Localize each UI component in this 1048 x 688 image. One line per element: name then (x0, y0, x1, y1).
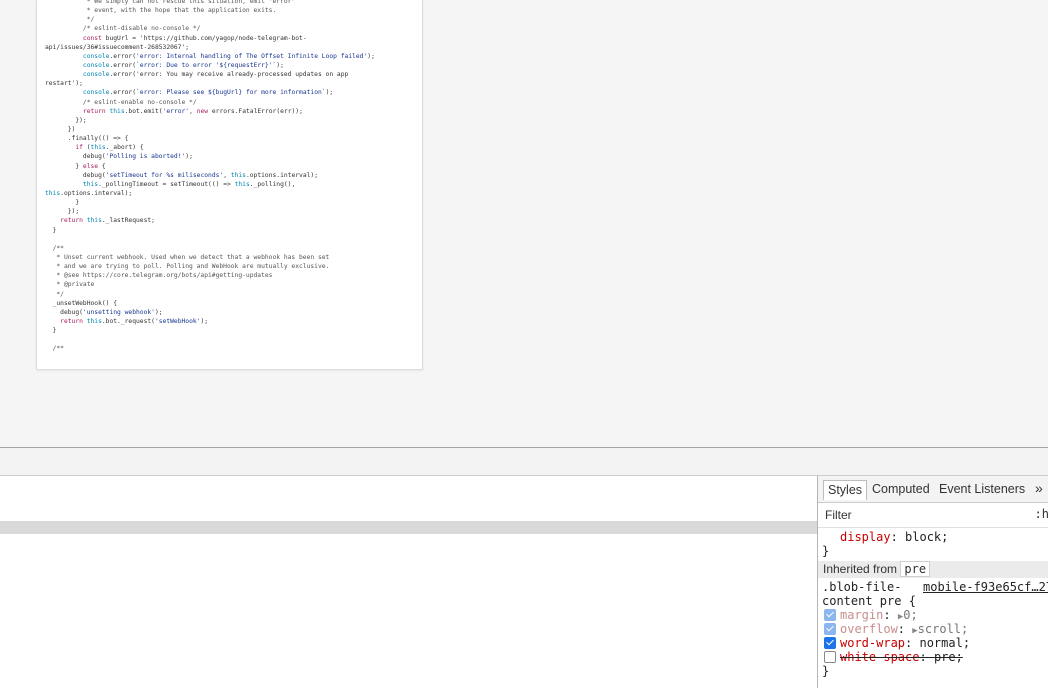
rule-close-brace: } (822, 544, 830, 558)
tab-computed[interactable]: Computed (868, 480, 934, 498)
code-line: /* eslint-disable no-console */ (45, 25, 201, 33)
property-value[interactable]: 0; (903, 608, 917, 622)
code-line: return this.bot._request('setWebHook'); (60, 317, 209, 325)
stylesheet-source-link[interactable]: mobile-f93e65cf…27 (923, 580, 1048, 594)
code-line: */ (45, 290, 64, 298)
code-line: console.error('error: You may receive al… (82, 71, 349, 79)
code-line: * @see https://core.telegram.org/bots/ap… (45, 272, 273, 280)
elements-pane[interactable] (0, 476, 817, 688)
code-line: }) (45, 125, 76, 133)
code-line: */ (45, 16, 95, 24)
sidebar-tabs: Styles Computed Event Listeners » (818, 476, 1048, 503)
property-checkbox[interactable] (824, 651, 836, 663)
styles-sidebar: Styles Computed Event Listeners » :h dis… (817, 476, 1048, 688)
code-line: * Unset current webhook. Used when we de… (45, 253, 330, 261)
inherited-from-header: Inherited from pre (818, 561, 1048, 578)
devtools-panel: Styles Computed Event Listeners » :h dis… (0, 447, 1048, 688)
code-line: const bugUrl = 'https://github.com/yagop… (82, 34, 307, 42)
code-line: return this.bot.emit('error', new errors… (82, 107, 303, 115)
code-line: } (45, 226, 57, 234)
code-line: /** (45, 345, 64, 353)
code-line: /** (45, 244, 64, 252)
style-property-row: margin: ▶0; (818, 608, 1048, 622)
property-value[interactable]: normal; (919, 636, 970, 650)
horizontal-scrollbar[interactable] (0, 521, 817, 534)
property-value[interactable]: block; (905, 530, 948, 544)
code-line: debug('Polling is aborted!'); (45, 153, 193, 161)
code-line: this.options.interval); (45, 189, 133, 197)
rule-selector-cont: content pre { (822, 594, 916, 608)
filter-row: :h (818, 503, 1048, 528)
style-rule-2: .blob-file- mobile-f93e65cf…27 content p… (818, 578, 1048, 678)
property-name[interactable]: word-wrap (840, 636, 905, 650)
code-line: debug('setTimeout for %s miliseconds', t… (45, 171, 318, 179)
code-line: restart'); (45, 80, 83, 88)
code-line: } (45, 199, 80, 207)
style-rule-1: display: block; } (818, 528, 1048, 558)
code-line: } (45, 327, 57, 335)
more-tabs-chevron-icon[interactable]: » (1031, 478, 1047, 498)
code-line: * @private (45, 281, 95, 289)
code-lines: * We simply can not rescue this situatio… (45, 0, 375, 353)
code-line: }); (45, 116, 87, 124)
property-name[interactable]: overflow (840, 622, 898, 636)
code-line: api/issues/36#issuecomment-268532067'; (45, 43, 190, 51)
code-line: return this._lastRequest; (60, 217, 155, 225)
code-blob: * We simply can not rescue this situatio… (36, 0, 423, 370)
code-line: if (this._abort) { (75, 144, 144, 152)
rule-selector[interactable]: .blob-file- (822, 580, 901, 594)
code-line: console.error(`error: Please see ${bugUr… (82, 89, 334, 97)
hover-state-toggle[interactable]: :h (1035, 507, 1048, 521)
code-line: debug('unsetting webhook'); (45, 308, 163, 316)
style-property-row: overflow: ▶scroll; (818, 622, 1048, 636)
style-property-row: word-wrap: normal; (818, 636, 1048, 650)
property-checkbox[interactable] (824, 637, 836, 649)
code-line: _unsetWebHook() { (45, 299, 118, 307)
property-checkbox[interactable] (824, 623, 836, 635)
code-line: /* eslint-enable no-console */ (45, 98, 197, 106)
code-line: console.error('error: Internal handling … (82, 52, 375, 60)
code-line: * event, with the hope that the applicat… (45, 7, 277, 15)
code-line: * and we are trying to poll. Polling and… (45, 263, 330, 271)
property-name[interactable]: white-space (840, 650, 919, 664)
rule-close-brace: } (822, 664, 830, 678)
inherited-label: Inherited from (823, 562, 898, 576)
code-line: .finally(() => { (45, 135, 129, 143)
styles-filter-input[interactable] (823, 507, 1027, 523)
rule-properties: margin: ▶0; overflow: ▶scroll; word-wrap: … (818, 608, 1048, 664)
property-name[interactable]: margin (840, 608, 883, 622)
code-line: this._pollingTimeout = setTimeout(() => … (82, 180, 296, 188)
property-checkbox[interactable] (824, 609, 836, 621)
tab-styles[interactable]: Styles (823, 480, 868, 500)
code-line: } else { (45, 162, 106, 170)
property-value[interactable]: pre; (934, 650, 963, 664)
style-property-row: white-space: pre; (818, 650, 1048, 664)
page-viewport: * We simply can not rescue this situatio… (0, 0, 1048, 447)
tab-event-listeners[interactable]: Event Listeners (935, 480, 1029, 498)
property-value[interactable]: scroll; (918, 622, 969, 636)
code-line: console.error(`error: Due to error '${re… (82, 61, 284, 69)
devtools-toolbar (0, 448, 1048, 476)
code-line: }); (45, 208, 80, 216)
property-name[interactable]: display (840, 530, 891, 544)
inherited-element-tag[interactable]: pre (900, 561, 931, 577)
